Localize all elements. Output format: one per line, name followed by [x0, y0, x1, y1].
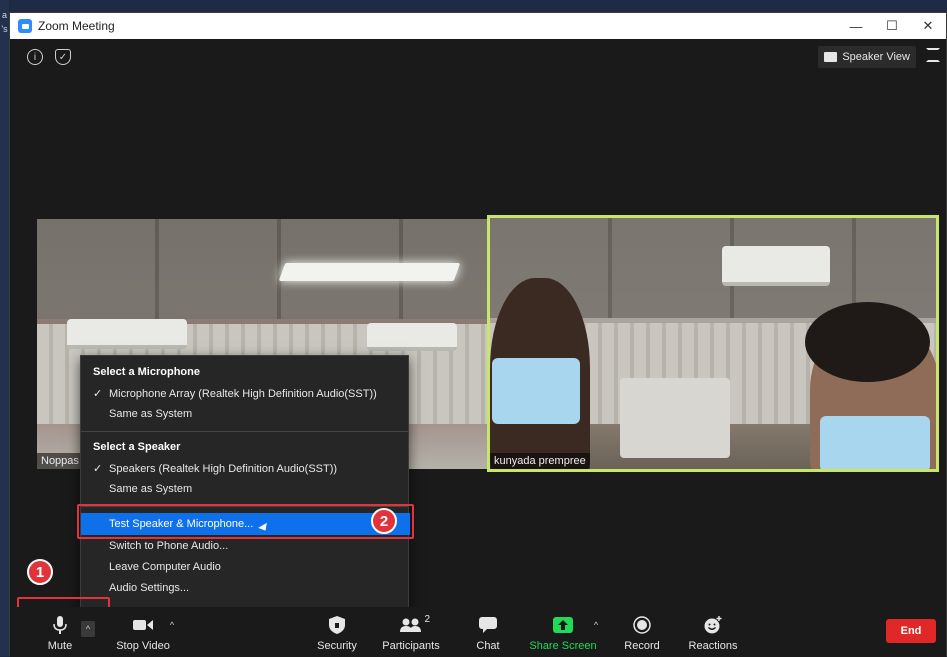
audio-settings-item[interactable]: Audio Settings...: [93, 582, 189, 594]
speaker-option-realtek[interactable]: ✓ Speakers (Realtek High Definition Audio…: [93, 462, 337, 475]
fullscreen-icon[interactable]: [926, 48, 940, 62]
hair: [805, 302, 930, 382]
menu-item-label: Same as System: [109, 408, 193, 420]
air-conditioner: [67, 319, 187, 349]
video-options-caret-icon[interactable]: ^: [166, 619, 178, 631]
minimize-button[interactable]: —: [838, 13, 874, 39]
reactions-label: Reactions: [688, 640, 738, 652]
stop-video-button[interactable]: Stop Video: [113, 607, 173, 657]
maximize-button[interactable]: ☐: [874, 13, 910, 39]
speaker-view-label: Speaker View: [842, 51, 910, 63]
chat-bubble-icon: [478, 616, 498, 634]
record-button[interactable]: Record: [620, 607, 664, 657]
face-mask: [820, 416, 930, 469]
check-icon: ✓: [93, 388, 103, 400]
microphone-header: Select a Microphone: [93, 366, 200, 378]
reactions-button[interactable]: Reactions: [685, 607, 741, 657]
encryption-shield-icon[interactable]: ✓: [55, 49, 71, 65]
mute-button[interactable]: Mute: [32, 607, 88, 657]
share-screen-button[interactable]: Share Screen: [528, 607, 598, 657]
end-meeting-button[interactable]: End: [886, 619, 936, 643]
participants-icon: 2: [394, 614, 430, 634]
step-badge-1: 1: [27, 559, 53, 585]
share-screen-icon: [553, 616, 573, 634]
desktop-edge-text: a 's: [0, 0, 9, 656]
face-mask: [492, 358, 580, 424]
speaker-view-button[interactable]: Speaker View: [818, 46, 916, 68]
microphone-icon: [50, 616, 70, 634]
emoji-icon: [703, 616, 723, 634]
microphone-option-realtek[interactable]: ✓ Microphone Array (Realtek High Definiti…: [93, 387, 377, 400]
speaker-option-same-as-system[interactable]: Same as System: [93, 483, 192, 495]
shield-icon: [327, 616, 347, 634]
meeting-info-icon[interactable]: i: [27, 49, 43, 65]
record-icon: [632, 616, 652, 634]
record-label: Record: [624, 640, 660, 652]
menu-item-label: Same as System: [109, 483, 193, 495]
check-icon: ✓: [93, 463, 103, 475]
security-button[interactable]: Security: [312, 607, 362, 657]
video-tile-kunyada[interactable]: kunyada prempree: [487, 215, 939, 472]
participants-count: 2: [424, 614, 430, 625]
zoom-app-icon: [18, 19, 32, 33]
chat-label: Chat: [476, 640, 500, 652]
mute-label: Mute: [47, 640, 73, 652]
menu-divider: [81, 431, 408, 432]
window-title: Zoom Meeting: [38, 19, 115, 33]
security-label: Security: [317, 640, 357, 652]
participant-name-label: Noppas: [37, 453, 83, 469]
meeting-toolbar: Mute ^ Stop Video ^ Security 2 Participa…: [10, 607, 946, 657]
audio-options-caret-icon[interactable]: ^: [81, 621, 95, 637]
close-button[interactable]: ✕: [910, 13, 946, 39]
office-desk: [620, 378, 730, 458]
grid-view-icon: [824, 52, 838, 62]
air-conditioner: [722, 246, 830, 286]
speaker-header: Select a Speaker: [93, 441, 181, 453]
ceiling-light: [278, 263, 461, 281]
leave-computer-audio-item[interactable]: Leave Computer Audio: [93, 561, 221, 573]
meeting-area: i ✓ Speaker View Noppas kunyada prempree…: [10, 39, 946, 657]
menu-item-label: Speakers (Realtek High Definition Audio(…: [109, 463, 338, 475]
participant-name-label: kunyada prempree: [490, 453, 590, 469]
stop-video-label: Stop Video: [116, 640, 170, 652]
step-badge-2: 2: [371, 508, 397, 534]
video-camera-icon: [133, 616, 153, 634]
title-bar[interactable]: Zoom Meeting — ☐ ✕: [10, 13, 946, 39]
highlight-box-test: [77, 504, 414, 539]
air-conditioner: [367, 323, 457, 351]
zoom-window: Zoom Meeting — ☐ ✕ i ✓ Speaker View Nopp…: [9, 12, 947, 657]
share-options-caret-icon[interactable]: ^: [590, 619, 602, 631]
participants-label: Participants: [382, 640, 440, 652]
share-screen-label: Share Screen: [529, 640, 597, 652]
participants-button[interactable]: 2 Participants: [380, 607, 442, 657]
chat-button[interactable]: Chat: [468, 607, 508, 657]
switch-phone-audio-item[interactable]: Switch to Phone Audio...: [93, 540, 228, 552]
microphone-option-same-as-system[interactable]: Same as System: [93, 408, 192, 420]
menu-item-label: Microphone Array (Realtek High Definitio…: [109, 388, 377, 400]
desktop-background: a 's Zoom Meeting — ☐ ✕ i ✓ Speaker View: [0, 0, 947, 657]
audio-options-menu: Select a Microphone ✓ Microphone Array (R…: [80, 355, 410, 625]
